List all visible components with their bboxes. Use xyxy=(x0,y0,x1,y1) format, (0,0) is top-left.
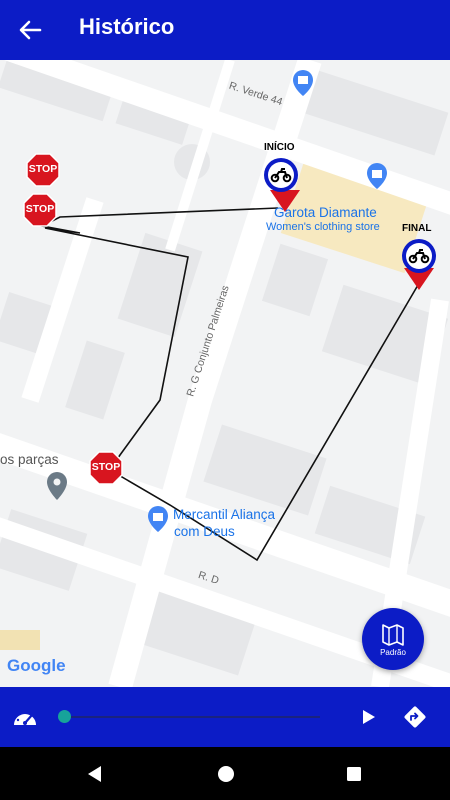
slider-track xyxy=(64,716,320,718)
poi-category: Women's clothing store xyxy=(266,221,380,233)
back-button[interactable] xyxy=(12,12,48,48)
nav-back-button[interactable] xyxy=(84,763,106,785)
stop-label: STOP xyxy=(28,163,58,175)
motorcycle-icon xyxy=(264,158,298,192)
end-marker[interactable] xyxy=(400,237,438,275)
directions-icon xyxy=(404,706,426,728)
nav-recents-button[interactable] xyxy=(343,763,365,785)
app-bar: Histórico xyxy=(0,0,450,60)
map-type-button[interactable]: Padrão xyxy=(362,608,424,670)
start-label: INÍCIO xyxy=(264,142,295,153)
page-title: Histórico xyxy=(79,14,175,39)
poi-name-line2: com Deus xyxy=(174,524,235,539)
map-view[interactable]: R. Verde 44 R. G Conjunto Palmeiras R. D… xyxy=(0,60,450,687)
poi-name: Mercantil Aliança xyxy=(173,507,276,522)
recents-square-icon xyxy=(347,767,361,781)
playback-bar xyxy=(0,687,450,747)
directions-button[interactable] xyxy=(402,704,428,730)
stop-marker[interactable]: STOP xyxy=(23,193,57,227)
system-nav-bar xyxy=(0,747,450,800)
location-pin-icon xyxy=(47,472,67,500)
stop-marker[interactable]: STOP xyxy=(89,451,123,485)
speed-button[interactable] xyxy=(10,703,40,733)
fab-label: Padrão xyxy=(380,648,406,657)
nav-home-button[interactable] xyxy=(215,763,237,785)
arrow-back-icon xyxy=(19,20,42,40)
speedometer-icon xyxy=(14,710,36,725)
back-triangle-icon xyxy=(88,766,101,782)
poi-name: os parças xyxy=(0,452,59,467)
start-marker[interactable] xyxy=(262,156,300,194)
slider-thumb[interactable] xyxy=(58,710,71,723)
play-button[interactable] xyxy=(356,705,380,729)
stop-label: STOP xyxy=(91,461,121,473)
stop-marker[interactable]: STOP xyxy=(26,153,60,187)
stop-label: STOP xyxy=(25,203,55,215)
map-canvas[interactable] xyxy=(0,60,450,687)
motorcycle-icon xyxy=(402,239,436,273)
poi-name: Garota Diamante xyxy=(274,205,377,220)
home-circle-icon xyxy=(218,766,234,782)
progress-slider[interactable] xyxy=(58,710,320,724)
google-logo: Google xyxy=(7,656,66,675)
map-icon xyxy=(382,624,404,646)
play-icon xyxy=(363,710,375,724)
end-label: FINAL xyxy=(402,223,432,234)
